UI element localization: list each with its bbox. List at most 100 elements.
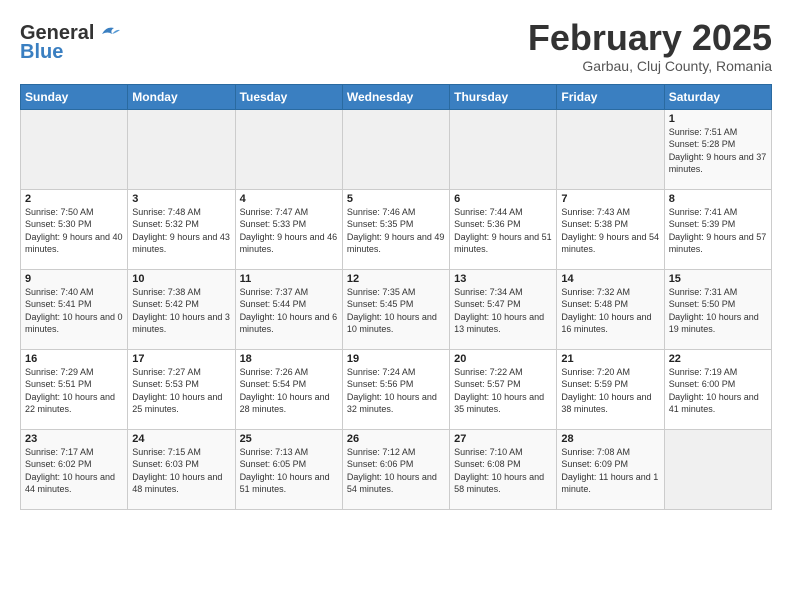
day-info: Sunrise: 7:41 AM Sunset: 5:39 PM Dayligh… xyxy=(669,206,767,256)
day-number: 22 xyxy=(669,353,767,365)
logo-bird-icon xyxy=(98,24,120,42)
day-info: Sunrise: 7:19 AM Sunset: 6:00 PM Dayligh… xyxy=(669,366,767,416)
logo-blue: Blue xyxy=(20,41,63,64)
day-info: Sunrise: 7:51 AM Sunset: 5:28 PM Dayligh… xyxy=(669,126,767,176)
day-number: 6 xyxy=(454,193,552,205)
calendar-cell: 28Sunrise: 7:08 AM Sunset: 6:09 PM Dayli… xyxy=(557,429,664,509)
weekday-header: Monday xyxy=(128,84,235,109)
day-info: Sunrise: 7:46 AM Sunset: 5:35 PM Dayligh… xyxy=(347,206,445,256)
calendar-cell: 2Sunrise: 7:50 AM Sunset: 5:30 PM Daylig… xyxy=(21,189,128,269)
day-info: Sunrise: 7:50 AM Sunset: 5:30 PM Dayligh… xyxy=(25,206,123,256)
calendar-cell: 8Sunrise: 7:41 AM Sunset: 5:39 PM Daylig… xyxy=(664,189,771,269)
day-number: 17 xyxy=(132,353,230,365)
calendar-cell xyxy=(128,109,235,189)
day-number: 28 xyxy=(561,433,659,445)
day-number: 14 xyxy=(561,273,659,285)
calendar-cell: 11Sunrise: 7:37 AM Sunset: 5:44 PM Dayli… xyxy=(235,269,342,349)
day-info: Sunrise: 7:08 AM Sunset: 6:09 PM Dayligh… xyxy=(561,446,659,496)
calendar-cell: 25Sunrise: 7:13 AM Sunset: 6:05 PM Dayli… xyxy=(235,429,342,509)
calendar-week-row: 9Sunrise: 7:40 AM Sunset: 5:41 PM Daylig… xyxy=(21,269,772,349)
day-number: 18 xyxy=(240,353,338,365)
day-info: Sunrise: 7:29 AM Sunset: 5:51 PM Dayligh… xyxy=(25,366,123,416)
day-number: 21 xyxy=(561,353,659,365)
calendar-cell: 24Sunrise: 7:15 AM Sunset: 6:03 PM Dayli… xyxy=(128,429,235,509)
day-info: Sunrise: 7:27 AM Sunset: 5:53 PM Dayligh… xyxy=(132,366,230,416)
calendar-cell: 21Sunrise: 7:20 AM Sunset: 5:59 PM Dayli… xyxy=(557,349,664,429)
day-info: Sunrise: 7:35 AM Sunset: 5:45 PM Dayligh… xyxy=(347,286,445,336)
page: General Blue February 2025 Garbau, Cluj … xyxy=(0,0,792,612)
day-info: Sunrise: 7:34 AM Sunset: 5:47 PM Dayligh… xyxy=(454,286,552,336)
day-info: Sunrise: 7:40 AM Sunset: 5:41 PM Dayligh… xyxy=(25,286,123,336)
day-number: 2 xyxy=(25,193,123,205)
calendar-cell: 27Sunrise: 7:10 AM Sunset: 6:08 PM Dayli… xyxy=(450,429,557,509)
day-info: Sunrise: 7:31 AM Sunset: 5:50 PM Dayligh… xyxy=(669,286,767,336)
day-info: Sunrise: 7:22 AM Sunset: 5:57 PM Dayligh… xyxy=(454,366,552,416)
day-info: Sunrise: 7:37 AM Sunset: 5:44 PM Dayligh… xyxy=(240,286,338,336)
month-title: February 2025 xyxy=(528,18,772,58)
day-info: Sunrise: 7:32 AM Sunset: 5:48 PM Dayligh… xyxy=(561,286,659,336)
calendar-cell: 6Sunrise: 7:44 AM Sunset: 5:36 PM Daylig… xyxy=(450,189,557,269)
calendar-cell: 23Sunrise: 7:17 AM Sunset: 6:02 PM Dayli… xyxy=(21,429,128,509)
day-info: Sunrise: 7:10 AM Sunset: 6:08 PM Dayligh… xyxy=(454,446,552,496)
calendar-cell xyxy=(21,109,128,189)
header: General Blue February 2025 Garbau, Cluj … xyxy=(20,18,772,74)
day-info: Sunrise: 7:12 AM Sunset: 6:06 PM Dayligh… xyxy=(347,446,445,496)
day-number: 13 xyxy=(454,273,552,285)
day-number: 24 xyxy=(132,433,230,445)
weekday-header: Sunday xyxy=(21,84,128,109)
weekday-header: Saturday xyxy=(664,84,771,109)
day-info: Sunrise: 7:24 AM Sunset: 5:56 PM Dayligh… xyxy=(347,366,445,416)
calendar-cell: 15Sunrise: 7:31 AM Sunset: 5:50 PM Dayli… xyxy=(664,269,771,349)
weekday-header: Friday xyxy=(557,84,664,109)
calendar-cell: 22Sunrise: 7:19 AM Sunset: 6:00 PM Dayli… xyxy=(664,349,771,429)
calendar-week-row: 1Sunrise: 7:51 AM Sunset: 5:28 PM Daylig… xyxy=(21,109,772,189)
day-number: 8 xyxy=(669,193,767,205)
calendar-cell xyxy=(557,109,664,189)
day-number: 19 xyxy=(347,353,445,365)
day-number: 12 xyxy=(347,273,445,285)
calendar-cell: 26Sunrise: 7:12 AM Sunset: 6:06 PM Dayli… xyxy=(342,429,449,509)
day-info: Sunrise: 7:44 AM Sunset: 5:36 PM Dayligh… xyxy=(454,206,552,256)
day-number: 25 xyxy=(240,433,338,445)
calendar-week-row: 16Sunrise: 7:29 AM Sunset: 5:51 PM Dayli… xyxy=(21,349,772,429)
day-number: 7 xyxy=(561,193,659,205)
day-info: Sunrise: 7:38 AM Sunset: 5:42 PM Dayligh… xyxy=(132,286,230,336)
day-number: 27 xyxy=(454,433,552,445)
day-number: 5 xyxy=(347,193,445,205)
day-number: 3 xyxy=(132,193,230,205)
calendar-week-row: 23Sunrise: 7:17 AM Sunset: 6:02 PM Dayli… xyxy=(21,429,772,509)
location: Garbau, Cluj County, Romania xyxy=(528,58,772,74)
calendar-cell: 3Sunrise: 7:48 AM Sunset: 5:32 PM Daylig… xyxy=(128,189,235,269)
weekday-header: Tuesday xyxy=(235,84,342,109)
calendar-cell: 1Sunrise: 7:51 AM Sunset: 5:28 PM Daylig… xyxy=(664,109,771,189)
day-info: Sunrise: 7:26 AM Sunset: 5:54 PM Dayligh… xyxy=(240,366,338,416)
weekday-header: Thursday xyxy=(450,84,557,109)
calendar-cell xyxy=(235,109,342,189)
calendar-cell: 14Sunrise: 7:32 AM Sunset: 5:48 PM Dayli… xyxy=(557,269,664,349)
day-number: 26 xyxy=(347,433,445,445)
day-number: 16 xyxy=(25,353,123,365)
calendar-cell: 18Sunrise: 7:26 AM Sunset: 5:54 PM Dayli… xyxy=(235,349,342,429)
day-info: Sunrise: 7:47 AM Sunset: 5:33 PM Dayligh… xyxy=(240,206,338,256)
calendar-cell: 4Sunrise: 7:47 AM Sunset: 5:33 PM Daylig… xyxy=(235,189,342,269)
calendar-cell: 5Sunrise: 7:46 AM Sunset: 5:35 PM Daylig… xyxy=(342,189,449,269)
calendar-cell xyxy=(664,429,771,509)
calendar-cell: 16Sunrise: 7:29 AM Sunset: 5:51 PM Dayli… xyxy=(21,349,128,429)
day-info: Sunrise: 7:17 AM Sunset: 6:02 PM Dayligh… xyxy=(25,446,123,496)
title-area: February 2025 Garbau, Cluj County, Roman… xyxy=(528,18,772,74)
day-number: 15 xyxy=(669,273,767,285)
calendar-cell: 19Sunrise: 7:24 AM Sunset: 5:56 PM Dayli… xyxy=(342,349,449,429)
calendar-cell: 12Sunrise: 7:35 AM Sunset: 5:45 PM Dayli… xyxy=(342,269,449,349)
day-number: 4 xyxy=(240,193,338,205)
day-number: 11 xyxy=(240,273,338,285)
calendar-week-row: 2Sunrise: 7:50 AM Sunset: 5:30 PM Daylig… xyxy=(21,189,772,269)
logo: General Blue xyxy=(20,22,120,64)
day-info: Sunrise: 7:48 AM Sunset: 5:32 PM Dayligh… xyxy=(132,206,230,256)
calendar-cell: 17Sunrise: 7:27 AM Sunset: 5:53 PM Dayli… xyxy=(128,349,235,429)
day-info: Sunrise: 7:43 AM Sunset: 5:38 PM Dayligh… xyxy=(561,206,659,256)
day-number: 1 xyxy=(669,113,767,125)
calendar-cell: 9Sunrise: 7:40 AM Sunset: 5:41 PM Daylig… xyxy=(21,269,128,349)
calendar: SundayMondayTuesdayWednesdayThursdayFrid… xyxy=(20,84,772,510)
day-number: 23 xyxy=(25,433,123,445)
weekday-header: Wednesday xyxy=(342,84,449,109)
